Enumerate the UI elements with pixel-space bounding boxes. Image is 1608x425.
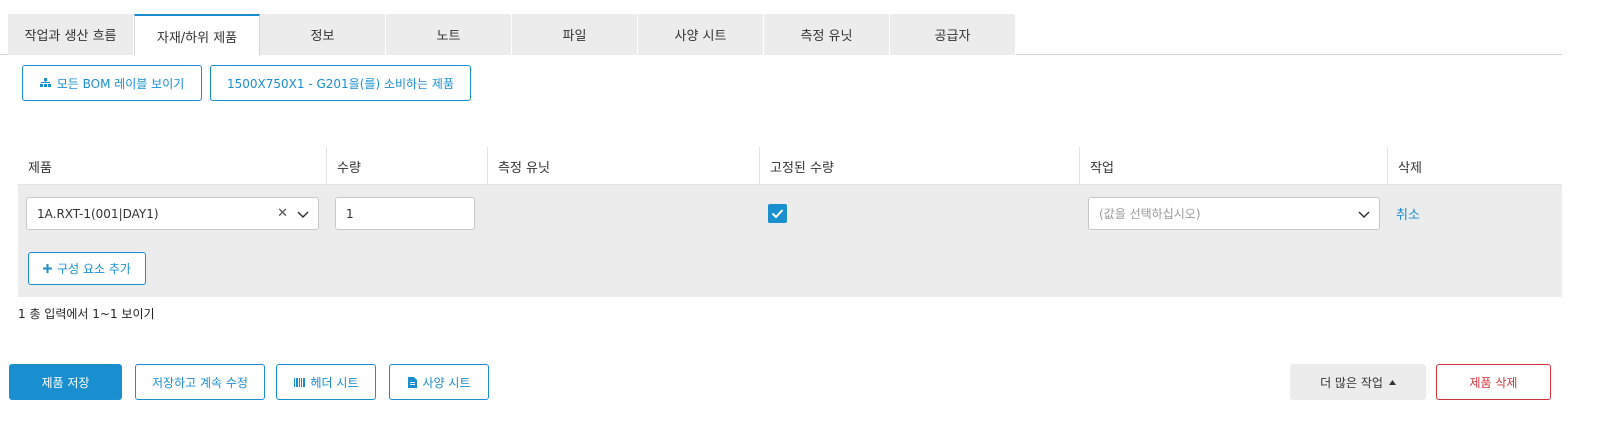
- consuming-products-button[interactable]: 1500X750X1 - G201을(를) 소비하는 제품: [210, 65, 471, 101]
- caret-up-icon: [1388, 379, 1396, 385]
- product-select[interactable]: 1A.RXT-1(001|DAY1) ✕: [26, 197, 319, 230]
- quantity-input[interactable]: 1: [335, 197, 475, 230]
- tab-spec-sheet[interactable]: 사양 시트: [638, 14, 764, 55]
- save-continue-button[interactable]: 저장하고 계속 수정: [135, 364, 265, 400]
- product-value: 1A.RXT-1(001|DAY1): [37, 206, 159, 221]
- components-table: 제품 수량 측정 유닛 고정된 수량 작업 삭제 1A.RXT-1(001|DA…: [18, 147, 1562, 297]
- tab-files[interactable]: 파일: [512, 14, 638, 55]
- tab-operations[interactable]: 작업과 생산 흐름: [8, 14, 134, 55]
- tab-units[interactable]: 측정 유닛: [764, 14, 890, 55]
- save-product-button[interactable]: 제품 저장: [9, 364, 122, 400]
- spec-sheet-text: 사양 시트: [422, 375, 471, 390]
- tab-materials[interactable]: 자재/하위 제품: [134, 14, 260, 56]
- add-component-row: 구성 요소 추가: [18, 242, 1562, 297]
- spec-sheet-button[interactable]: 사양 시트: [389, 364, 489, 400]
- header-sheet-text: 헤더 시트: [310, 375, 359, 390]
- header-sheet-button[interactable]: 헤더 시트: [276, 364, 376, 400]
- delete-product-button[interactable]: 제품 삭제: [1436, 364, 1551, 400]
- tab-notes[interactable]: 노트: [386, 14, 512, 55]
- table-header: 제품 수량 측정 유닛 고정된 수량 작업 삭제: [18, 147, 1562, 185]
- clear-icon[interactable]: ✕: [277, 206, 288, 221]
- fixed-qty-checkbox[interactable]: [768, 204, 787, 223]
- delete-product-text: 제품 삭제: [1469, 375, 1518, 390]
- cancel-row-link[interactable]: 취소: [1396, 204, 1420, 223]
- more-actions-button[interactable]: 더 많은 작업: [1290, 364, 1426, 400]
- tab-suppliers[interactable]: 공급자: [890, 14, 1016, 55]
- add-component-button[interactable]: 구성 요소 추가: [28, 252, 146, 285]
- pagination-summary: 1 총 입력에서 1~1 보이기: [18, 307, 155, 321]
- col-fixed-qty: 고정된 수량: [760, 147, 1080, 185]
- table-row: 1A.RXT-1(001|DAY1) ✕ 1 (값을 선택하십시오) 취소: [18, 185, 1562, 242]
- quantity-value: 1: [346, 206, 354, 221]
- tab-bar: 작업과 생산 흐름 자재/하위 제품 정보 노트 파일 사양 시트 측정 유닛 …: [8, 14, 1016, 56]
- col-quantity: 수량: [327, 147, 488, 185]
- document-icon: [407, 376, 417, 388]
- chevron-down-icon: [1358, 211, 1370, 219]
- consuming-products-text: 1500X750X1 - G201을(를) 소비하는 제품: [227, 76, 454, 91]
- hierarchy-icon: [39, 78, 51, 87]
- operation-placeholder: (값을 선택하십시오): [1099, 207, 1201, 221]
- add-component-text: 구성 요소 추가: [57, 262, 131, 276]
- col-unit: 측정 유닛: [488, 147, 760, 185]
- check-icon: [771, 209, 784, 219]
- operation-select[interactable]: (값을 선택하십시오): [1088, 197, 1380, 230]
- chevron-down-icon: [297, 211, 309, 219]
- more-actions-text: 더 많은 작업: [1320, 375, 1383, 390]
- col-product: 제품: [18, 147, 327, 185]
- col-delete: 삭제: [1398, 160, 1422, 176]
- show-bom-labels-text: 모든 BOM 레이블 보이기: [56, 76, 185, 91]
- save-product-text: 제품 저장: [41, 375, 90, 390]
- show-bom-labels-button[interactable]: 모든 BOM 레이블 보이기: [22, 65, 202, 101]
- col-operation: 작업: [1080, 147, 1388, 185]
- plus-icon: [43, 264, 53, 273]
- save-continue-text: 저장하고 계속 수정: [152, 375, 248, 390]
- barcode-icon: [293, 377, 305, 387]
- tab-info[interactable]: 정보: [260, 14, 386, 55]
